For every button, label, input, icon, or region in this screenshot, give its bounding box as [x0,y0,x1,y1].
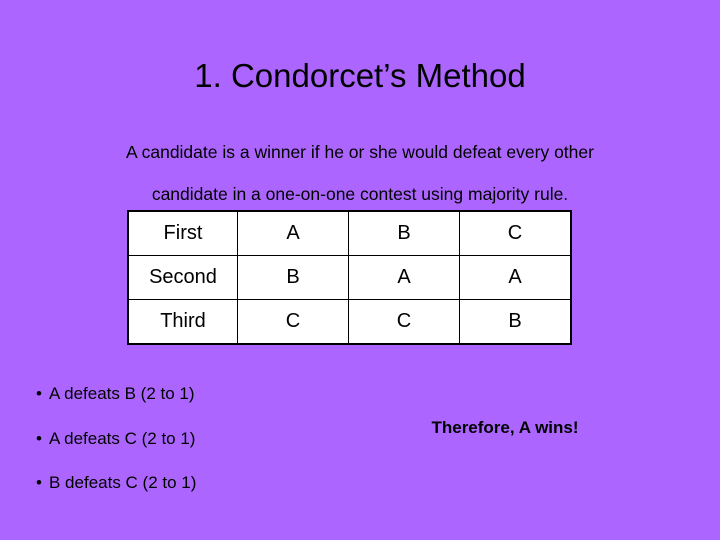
rank-label-third: Third [128,299,238,344]
list-item: • B defeats C (2 to 1) [36,461,366,506]
ballot-col1-rank2: B [237,255,349,300]
table-row: First A B C [128,211,571,256]
ballot-col2-rank2: A [348,255,460,300]
definition-paragraph: A candidate is a winner if he or she wou… [30,131,690,215]
pairwise-comparison-list: • A defeats B (2 to 1) • A defeats C (2 to… [36,372,366,506]
list-item: • A defeats B (2 to 1) [36,372,366,417]
preference-schedule-table: First A B C Second B A A Third C C B [127,210,572,345]
ballot-col3-rank1: C [459,211,571,256]
bullet-dot-icon: • [36,473,42,492]
ballot-col3-rank3: B [459,299,571,344]
conclusion-text: Therefore, A wins! [431,418,579,437]
rank-label-second: Second [128,255,238,300]
table-row: Third C C B [128,299,571,344]
ballot-col3-rank2: A [459,255,571,300]
list-item: • A defeats C (2 to 1) [36,417,366,462]
table-row: Second B A A [128,255,571,300]
rank-label-first: First [128,211,238,256]
definition-line-1: A candidate is a winner if he or she wou… [126,142,594,162]
bullet-dot-icon: • [36,384,42,403]
list-item-label: A defeats B (2 to 1) [49,384,195,403]
list-item-label: A defeats C (2 to 1) [49,428,196,448]
list-item-label: B defeats C (2 to 1) [49,473,197,492]
ballot-col2-rank3: C [348,299,460,344]
ballot-col1-rank3: C [237,299,349,344]
ballot-col1-rank1: A [237,211,349,256]
slide-canvas: 1. Condorcet’s Method A candidate is a w… [0,0,720,540]
definition-line-2: candidate in a one-on-one contest using … [151,184,569,204]
bullet-dot-icon: • [36,428,42,448]
page-title: 1. Condorcet’s Method [194,57,526,94]
ballot-col2-rank1: B [348,211,460,256]
